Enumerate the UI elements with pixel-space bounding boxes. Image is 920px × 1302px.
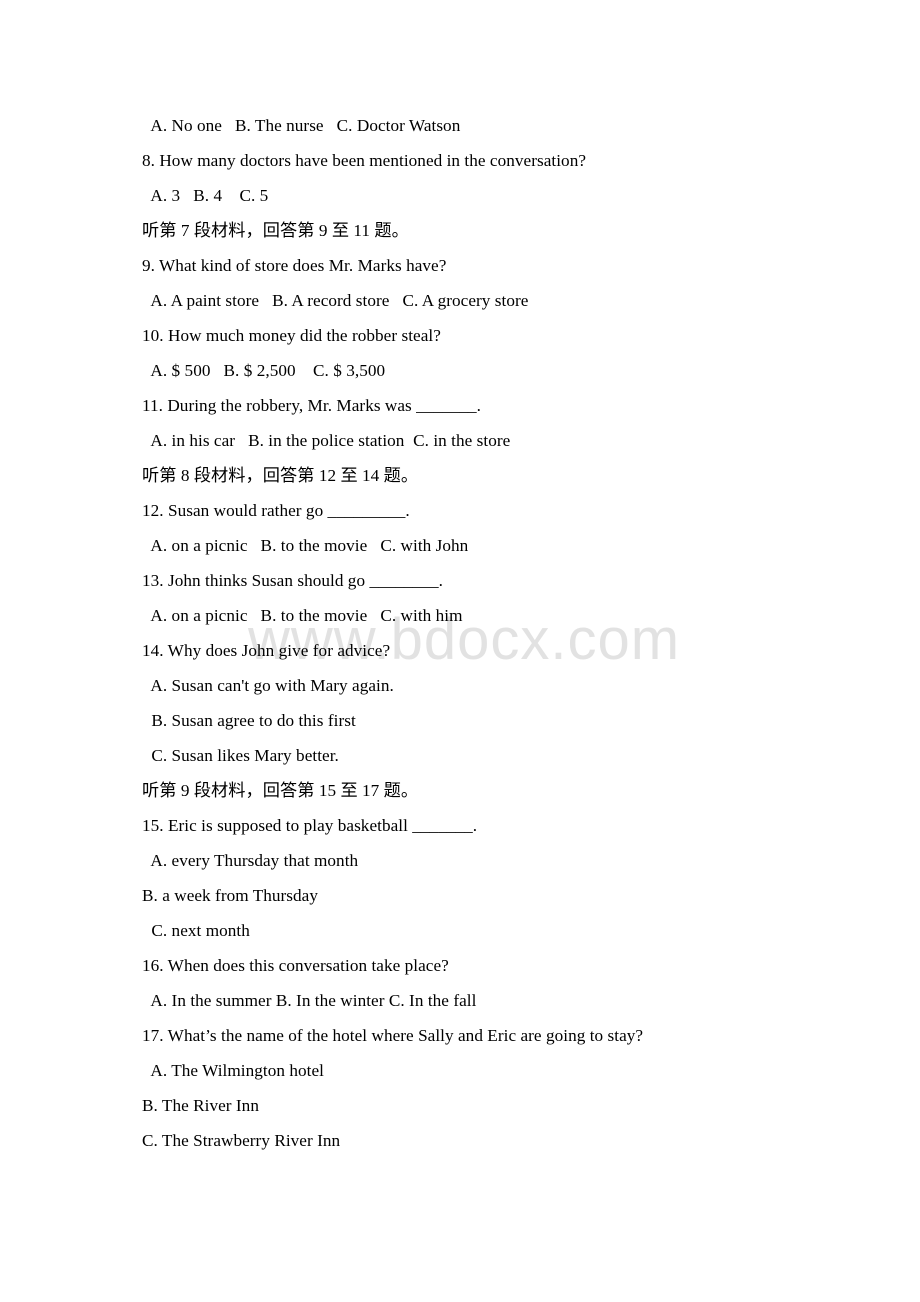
dir-7: 听第 7 段材料，回答第 9 至 11 题。 [142, 221, 409, 240]
q12-options: A. on a picnic B. to the movie C. with J… [147, 536, 469, 555]
q17-option-c: C. The Strawberry River Inn [142, 1131, 341, 1150]
q14-option-b: B. Susan agree to do this first [147, 711, 356, 730]
q14-option-c: C. Susan likes Mary better. [147, 746, 339, 765]
q10-stem: 10. How much money did the robber steal? [142, 326, 441, 345]
q9-stem: 9. What kind of store does Mr. Marks hav… [142, 256, 447, 275]
q15-option-c: C. next month [147, 921, 250, 940]
q15-stem: 15. Eric is supposed to play basketball … [142, 816, 478, 835]
exam-text-body: A. No one B. The nurse C. Doctor Watson 8… [142, 108, 862, 1158]
q12-stem: 12. Susan would rather go _________. [142, 501, 410, 520]
dir-8: 听第 8 段材料，回答第 12 至 14 题。 [142, 466, 419, 485]
q8-stem: 8. How many doctors have been mentioned … [142, 151, 587, 170]
document-page: www.bdocx.com A. No one B. The nurse C. … [0, 0, 920, 1302]
q15-option-a: A. every Thursday that month [147, 851, 359, 870]
q7-options: A. No one B. The nurse C. Doctor Watson [147, 116, 461, 135]
dir-9: 听第 9 段材料，回答第 15 至 17 题。 [142, 781, 419, 800]
q15-option-b: B. a week from Thursday [142, 886, 319, 905]
q8-options: A. 3 B. 4 C. 5 [147, 186, 269, 205]
q17-option-b: B. The River Inn [142, 1096, 259, 1115]
q13-stem: 13. John thinks Susan should go ________… [142, 571, 443, 590]
q16-stem: 16. When does this conversation take pla… [142, 956, 449, 975]
q9-options: A. A paint store B. A record store C. A … [147, 291, 529, 310]
q13-options: A. on a picnic B. to the movie C. with h… [147, 606, 463, 625]
q17-stem: 17. What’s the name of the hotel where S… [142, 1026, 644, 1045]
q11-stem: 11. During the robbery, Mr. Marks was __… [142, 396, 481, 415]
q10-options: A. $ 500 B. $ 2,500 C. $ 3,500 [147, 361, 386, 380]
q16-options: A. In the summer B. In the winter C. In … [147, 991, 477, 1010]
q11-options: A. in his car B. in the police station C… [147, 431, 511, 450]
q17-option-a: A. The Wilmington hotel [147, 1061, 324, 1080]
q14-stem: 14. Why does John give for advice? [142, 641, 391, 660]
q14-option-a: A. Susan can't go with Mary again. [147, 676, 394, 695]
